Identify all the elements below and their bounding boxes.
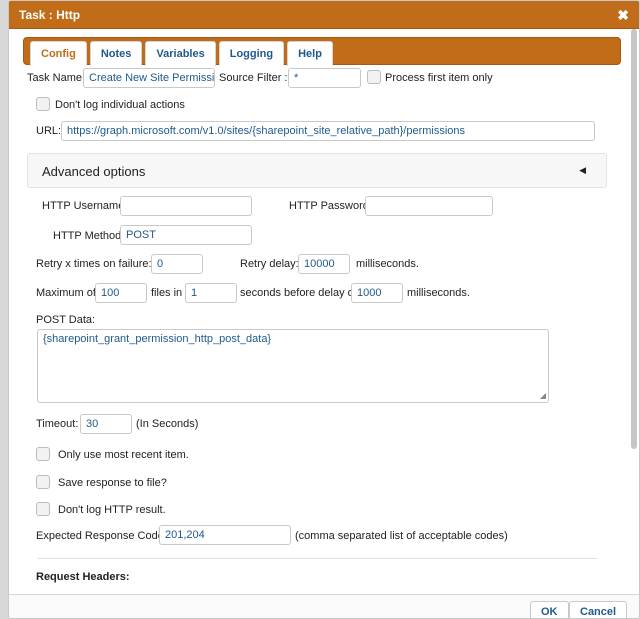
task-name-label: Task Name: — [27, 72, 86, 84]
retry-label: Retry x times on failure: — [36, 258, 152, 270]
dialog-footer: OK Cancel — [9, 594, 639, 618]
retry-input[interactable]: 0 — [151, 254, 203, 274]
process-first-checkbox[interactable] — [367, 70, 381, 84]
timeout-label: Timeout: — [36, 418, 79, 430]
scrollbar[interactable] — [631, 29, 637, 449]
task-dialog: Task : Http ✖ Config Notes Variables Log… — [8, 0, 640, 619]
dialog-title: Task : Http — [19, 7, 81, 22]
advanced-options-header[interactable]: Advanced options ◀ — [27, 153, 607, 188]
process-first-label: Process first item only — [385, 72, 493, 84]
tab-notes[interactable]: Notes — [89, 41, 143, 66]
dialog-titlebar[interactable]: Task : Http ✖ — [9, 1, 639, 29]
expected-codes-hint: (comma separated list of acceptable code… — [295, 530, 508, 542]
retry-delay-input[interactable]: 10000 — [298, 254, 350, 274]
dont-log-actions-checkbox[interactable] — [36, 97, 50, 111]
url-label: URL: — [36, 125, 62, 137]
http-password-input[interactable] — [365, 196, 493, 216]
only-recent-label: Only use most recent item. — [58, 449, 189, 461]
max-files-input[interactable]: 100 — [95, 283, 147, 303]
divider — [37, 558, 597, 559]
http-method-label: HTTP Method: — [53, 230, 125, 242]
tab-help[interactable]: Help — [287, 41, 333, 66]
expected-codes-label: Expected Response Codes: — [36, 530, 173, 542]
files-in-label: files in — [151, 287, 183, 299]
timeout-unit: (In Seconds) — [136, 418, 199, 430]
request-headers-label: Request Headers: — [36, 571, 130, 583]
resize-handle-icon[interactable]: ◢ — [540, 391, 546, 400]
save-response-label: Save response to file? — [58, 477, 167, 489]
tab-variables[interactable]: Variables — [145, 41, 216, 66]
cancel-button[interactable]: Cancel — [569, 601, 628, 618]
source-filter-input[interactable]: * — [288, 68, 361, 88]
task-name-input[interactable]: Create New Site Permissic — [83, 68, 215, 88]
dont-log-http-label: Don't log HTTP result. — [58, 504, 166, 516]
seconds-input[interactable]: 1 — [185, 283, 237, 303]
retry-delay-unit: milliseconds. — [356, 258, 419, 270]
tab-logging[interactable]: Logging — [218, 41, 285, 66]
dont-log-actions-label: Don't log individual actions — [55, 99, 185, 111]
only-recent-checkbox[interactable] — [36, 447, 50, 461]
post-data-value: {sharepoint_grant_permission_http_post_d… — [43, 333, 272, 345]
max-label: Maximum of — [36, 287, 96, 299]
http-username-input[interactable] — [120, 196, 252, 216]
delay-input[interactable]: 1000 — [351, 283, 403, 303]
expected-codes-input[interactable]: 201,204 — [159, 525, 291, 545]
tab-bar: Config Notes Variables Logging Help — [23, 37, 621, 66]
http-password-label: HTTP Password: — [289, 200, 372, 212]
timeout-input[interactable]: 30 — [80, 414, 132, 434]
delay-unit: milliseconds. — [407, 287, 470, 299]
post-data-textarea[interactable]: {sharepoint_grant_permission_http_post_d… — [37, 329, 549, 403]
close-icon[interactable]: ✖ — [617, 7, 629, 24]
save-response-checkbox[interactable] — [36, 475, 50, 489]
http-method-select[interactable]: POST — [120, 225, 252, 245]
dont-log-http-checkbox[interactable] — [36, 502, 50, 516]
post-data-label: POST Data: — [36, 314, 96, 326]
tab-config[interactable]: Config — [30, 41, 87, 66]
seconds-before-label: seconds before delay of — [240, 287, 357, 299]
ok-button[interactable]: OK — [530, 601, 569, 618]
url-input[interactable]: https://graph.microsoft.com/v1.0/sites/{… — [61, 121, 595, 141]
http-username-label: HTTP Username: — [42, 200, 128, 212]
retry-delay-label: Retry delay: — [240, 258, 299, 270]
advanced-options-title: Advanced options — [42, 164, 146, 179]
source-filter-label: Source Filter : — [219, 72, 288, 84]
collapse-arrow-icon[interactable]: ◀ — [579, 165, 586, 176]
